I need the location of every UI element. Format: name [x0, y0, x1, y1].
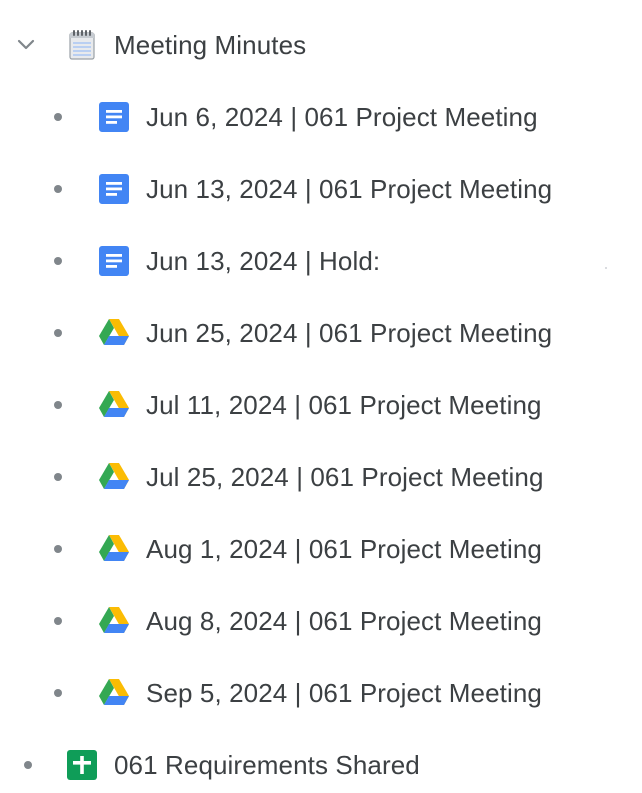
tree-item-child[interactable]: Sep 5, 2024 | 061 Project Meeting: [0, 665, 600, 721]
bullet: [54, 689, 62, 697]
bullet: [54, 185, 62, 193]
bullet: [54, 401, 62, 409]
google-drive-icon: [98, 389, 130, 421]
bullet: [54, 257, 62, 265]
google-docs-icon: [98, 245, 130, 277]
tree-item-meeting-minutes[interactable]: Meeting Minutes: [0, 17, 360, 73]
bullet: [54, 617, 62, 625]
tree-item-child[interactable]: Jun 6, 2024 | 061 Project Meeting: [0, 89, 600, 145]
tree-item-label: Sep 5, 2024 | 061 Project Meeting: [146, 677, 542, 708]
divider-mark: [605, 267, 607, 269]
tree-item-child[interactable]: Jun 13, 2024 | 061 Project Meeting: [0, 161, 600, 217]
bullet: [54, 113, 62, 121]
tree-item-child[interactable]: Aug 1, 2024 | 061 Project Meeting: [0, 521, 600, 577]
google-sheets-icon: [66, 749, 98, 781]
google-drive-icon: [98, 317, 130, 349]
tree-item-child[interactable]: Jul 25, 2024 | 061 Project Meeting: [0, 449, 600, 505]
google-docs-icon: [98, 101, 130, 133]
google-drive-icon: [98, 533, 130, 565]
tree-item-label: Jul 25, 2024 | 061 Project Meeting: [146, 461, 544, 492]
google-drive-icon: [98, 461, 130, 493]
tree-item-label: Jun 25, 2024 | 061 Project Meeting: [146, 317, 553, 348]
tree-item-child[interactable]: Aug 8, 2024 | 061 Project Meeting: [0, 593, 600, 649]
tree-item-child[interactable]: Jul 11, 2024 | 061 Project Meeting: [0, 377, 600, 433]
tree-item-child[interactable]: Jun 13, 2024 | Hold:: [0, 233, 600, 289]
notepad-icon: [66, 29, 98, 61]
tree-item-child[interactable]: Jun 25, 2024 | 061 Project Meeting: [0, 305, 600, 361]
tree-item-label: Jun 13, 2024 | Hold:: [146, 245, 381, 276]
google-docs-icon: [98, 173, 130, 205]
tree-item-requirements-shared[interactable]: 061 Requirements Shared: [0, 737, 460, 793]
google-drive-icon: [98, 677, 130, 709]
tree-item-label: Jun 13, 2024 | 061 Project Meeting: [146, 173, 553, 204]
bullet: [54, 545, 62, 553]
tree-item-label: Jul 11, 2024 | 061 Project Meeting: [146, 389, 542, 420]
tree-item-label: Meeting Minutes: [114, 29, 307, 60]
tree-item-label: 061 Requirements Shared: [114, 749, 420, 780]
tree-item-label: Aug 1, 2024 | 061 Project Meeting: [146, 533, 542, 564]
google-drive-icon: [98, 605, 130, 637]
chevron-down-icon[interactable]: [14, 33, 38, 57]
tree-item-label: Jun 6, 2024 | 061 Project Meeting: [146, 101, 538, 132]
tree-item-label: Aug 8, 2024 | 061 Project Meeting: [146, 605, 542, 636]
page-tree: Meeting Minutes Jun 6, 2024 | 061 Projec…: [0, 0, 642, 792]
bullet: [54, 329, 62, 337]
bullet: [54, 473, 62, 481]
bullet: [24, 761, 32, 769]
